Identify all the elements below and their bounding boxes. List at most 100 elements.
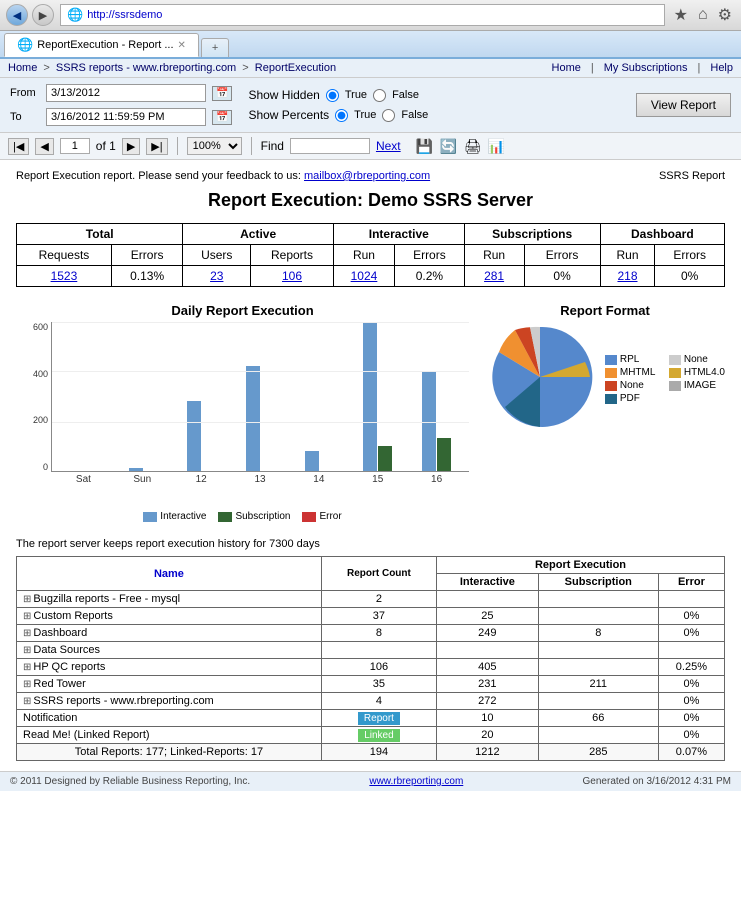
val-run1[interactable]: 1024 xyxy=(333,266,394,287)
val-run2[interactable]: 281 xyxy=(464,266,524,287)
summary-data-row: 1523 0.13% 23 106 1024 0.2% 281 0% 218 0… xyxy=(17,266,725,287)
val-run3[interactable]: 218 xyxy=(600,266,655,287)
row-custom-interactive: 25 xyxy=(436,608,538,625)
col-total: Total xyxy=(17,224,183,245)
bar-12 xyxy=(175,401,228,471)
sub-requests: Requests xyxy=(17,245,112,266)
next-page-button[interactable]: ▶ xyxy=(122,138,140,155)
row-notification-count: Report xyxy=(321,710,436,727)
zoom-select[interactable]: 100% 75% 50% xyxy=(187,137,242,155)
col-dashboard: Dashboard xyxy=(600,224,724,245)
row-custom-subscription xyxy=(538,608,658,625)
home-icon[interactable]: ⌂ xyxy=(695,6,711,24)
breadcrumb-exec[interactable]: ReportExecution xyxy=(255,62,336,74)
to-calendar-button[interactable]: 📅 xyxy=(212,110,232,125)
breadcrumb-home[interactable]: Home xyxy=(8,62,37,74)
val-errors3: 0% xyxy=(524,266,600,287)
address-bar[interactable]: 🌐 http://ssrsdemo xyxy=(60,4,665,26)
row-custom-name: ⊞Custom Reports xyxy=(17,608,322,625)
page-number-input[interactable] xyxy=(60,138,90,154)
bar-14-interactive xyxy=(305,451,319,471)
show-percents-row: Show Percents True False xyxy=(248,108,428,122)
percents-true-radio[interactable] xyxy=(335,109,348,122)
find-label: Find xyxy=(261,139,284,153)
find-input[interactable] xyxy=(290,138,370,154)
url-text: http://ssrsdemo xyxy=(87,9,162,21)
legend-interactive: Interactive xyxy=(143,511,206,522)
from-calendar-button[interactable]: 📅 xyxy=(212,86,232,101)
breadcrumb-ssrs[interactable]: SSRS reports - www.rbreporting.com xyxy=(56,62,236,74)
data-col-subscription: Subscription xyxy=(538,574,658,591)
table-row: ⊞SSRS reports - www.rbreporting.com 4 27… xyxy=(17,693,725,710)
row-ssrs-subscription xyxy=(538,693,658,710)
sub-run2: Run xyxy=(464,245,524,266)
table-row: ⊞Red Tower 35 231 211 0% xyxy=(17,676,725,693)
percents-false-radio[interactable] xyxy=(382,109,395,122)
row-readme-name: Read Me! (Linked Report) xyxy=(17,727,322,744)
report-toolbar: |◀ ◀ of 1 ▶ ▶| 100% 75% 50% Find Next 💾 … xyxy=(0,133,741,160)
prev-page-button[interactable]: ◀ xyxy=(35,138,53,155)
report-email-link[interactable]: mailbox@rbreporting.com xyxy=(304,170,430,182)
report-content: Report Execution report. Please send you… xyxy=(0,160,741,771)
refresh-icon[interactable]: 🔄 xyxy=(439,136,459,156)
legend-none-red-color xyxy=(605,381,617,391)
next-find-label[interactable]: Next xyxy=(376,139,401,153)
toggles-section: Show Hidden True False Show Percents Tru… xyxy=(248,88,428,122)
row-bugzilla-subscription xyxy=(538,591,658,608)
bar-sun xyxy=(117,468,170,471)
bar-chart-wrap: 600 400 200 0 xyxy=(16,322,469,507)
legend-rpl-color xyxy=(605,355,617,365)
percents-true-label: True xyxy=(354,109,376,121)
nav-help[interactable]: Help xyxy=(710,62,733,74)
hidden-false-radio[interactable] xyxy=(373,89,386,102)
bar-15-interactive xyxy=(363,323,377,471)
footer-link[interactable]: www.rbreporting.com xyxy=(369,776,463,787)
row-hpqc-name: ⊞HP QC reports xyxy=(17,659,322,676)
xlabel-14: 14 xyxy=(292,474,345,485)
first-page-button[interactable]: |◀ xyxy=(8,138,29,155)
back-button[interactable]: ◀ xyxy=(6,4,28,26)
val-reports[interactable]: 106 xyxy=(251,266,334,287)
sub-users: Users xyxy=(183,245,251,266)
data-col-interactive: Interactive xyxy=(436,574,538,591)
row-hpqc-subscription xyxy=(538,659,658,676)
row-readme-interactive: 20 xyxy=(436,727,538,744)
bar-15-subscription xyxy=(378,446,392,471)
view-icon[interactable]: 📊 xyxy=(487,136,507,156)
row-bugzilla-interactive xyxy=(436,591,538,608)
table-row: ⊞Custom Reports 37 25 0% xyxy=(17,608,725,625)
row-hpqc-error: 0.25% xyxy=(658,659,724,676)
xlabel-sat: Sat xyxy=(57,474,110,485)
last-page-button[interactable]: ▶| xyxy=(146,138,167,155)
row-datasources-interactive xyxy=(436,642,538,659)
tab-active[interactable]: 🌐 ReportExecution - Report ... ✕ xyxy=(4,33,199,57)
to-input[interactable] xyxy=(46,108,206,126)
nav-home[interactable]: Home xyxy=(552,62,581,74)
data-col-error: Error xyxy=(658,574,724,591)
row-readme-subscription xyxy=(538,727,658,744)
row-redtower-subscription: 211 xyxy=(538,676,658,693)
pie-chart-title: Report Format xyxy=(485,303,725,318)
breadcrumb-bar: Home > SSRS reports - www.rbreporting.co… xyxy=(0,59,741,78)
favorites-icon[interactable]: ★ xyxy=(671,5,691,25)
val-users[interactable]: 23 xyxy=(183,266,251,287)
data-table: Name Report Count Report Execution Inter… xyxy=(16,556,725,761)
row-redtower-count: 35 xyxy=(321,676,436,693)
tab-new[interactable]: + xyxy=(201,38,229,57)
val-requests[interactable]: 1523 xyxy=(17,266,112,287)
export-icon[interactable]: 💾 xyxy=(415,136,435,156)
row-notification-subscription: 66 xyxy=(538,710,658,727)
print-icon[interactable]: 🖨 xyxy=(463,136,483,156)
row-hpqc-interactive: 405 xyxy=(436,659,538,676)
settings-icon[interactable]: ⚙ xyxy=(715,5,735,25)
tab-close-icon[interactable]: ✕ xyxy=(178,40,186,51)
bar-chart-title: Daily Report Execution xyxy=(16,303,469,318)
nav-subscriptions[interactable]: My Subscriptions xyxy=(604,62,688,74)
hidden-true-radio[interactable] xyxy=(326,89,339,102)
bar-13-interactive xyxy=(246,366,260,471)
legend-pdf-color xyxy=(605,394,617,404)
forward-button[interactable]: ▶ xyxy=(32,4,54,26)
view-report-button[interactable]: View Report xyxy=(636,93,731,117)
from-input[interactable] xyxy=(46,84,206,102)
hidden-true-label: True xyxy=(345,89,367,101)
